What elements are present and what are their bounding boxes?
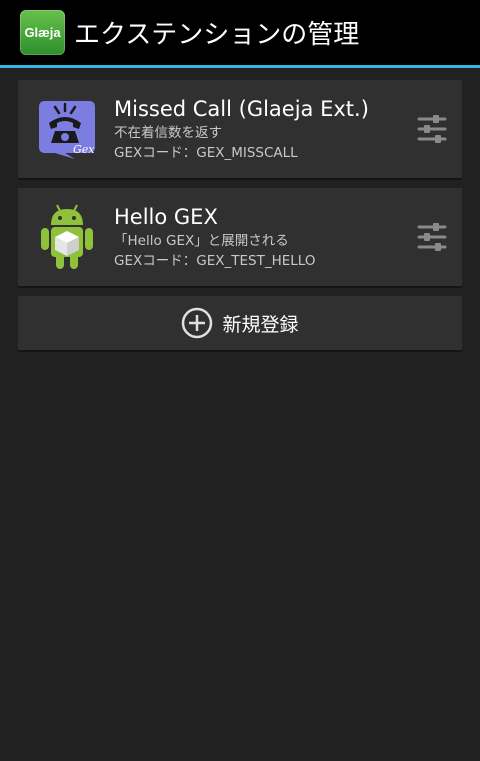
settings-sliders-icon[interactable] <box>417 222 447 252</box>
app-icon[interactable]: Glæja <box>20 10 65 55</box>
extension-item-hello-gex[interactable]: Hello GEX 「Hello GEX」と展開される GEXコード：GEX_T… <box>18 188 462 288</box>
add-extension-button[interactable]: 新規登録 <box>18 296 462 352</box>
extension-text: Missed Call (Glaeja Ext.) 不在着信数を返す GEXコー… <box>114 96 417 163</box>
android-robot-icon <box>35 204 99 269</box>
extension-title: Hello GEX <box>114 204 218 229</box>
extension-text: Hello GEX 「Hello GEX」と展開される GEXコード：GEX_T… <box>114 204 417 271</box>
extension-title: Missed Call (Glaeja Ext.) <box>114 96 369 121</box>
missed-call-gex-icon: Gex <box>35 97 99 161</box>
extension-code: GEXコード：GEX_MISSCALL <box>114 144 298 161</box>
page-title: エクステンションの管理 <box>74 20 360 50</box>
extension-item-missed-call[interactable]: Gex Missed Call (Glaeja Ext.) 不在着信数を返す G… <box>18 80 462 180</box>
extension-code: GEXコード：GEX_TEST_HELLO <box>114 252 316 269</box>
extension-list: Gex Missed Call (Glaeja Ext.) 不在着信数を返す G… <box>0 68 480 352</box>
svg-text:Gex: Gex <box>73 143 95 156</box>
extension-description: 「Hello GEX」と展開される <box>114 232 289 249</box>
settings-sliders-icon[interactable] <box>417 114 447 144</box>
add-circle-icon <box>182 307 213 339</box>
extension-description: 不在着信数を返す <box>114 124 222 141</box>
action-bar: Glæja エクステンションの管理 <box>0 0 480 68</box>
add-extension-label: 新規登録 <box>222 313 299 336</box>
